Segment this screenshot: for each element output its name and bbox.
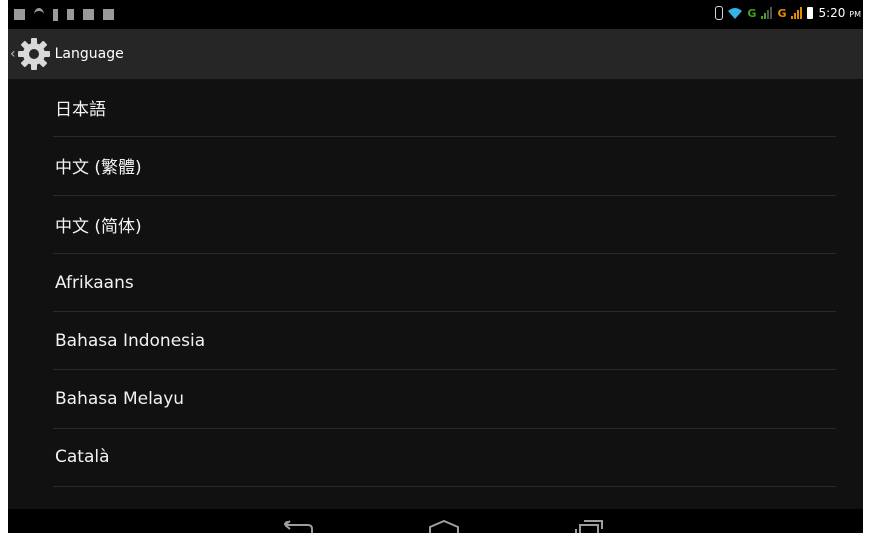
list-item[interactable]: 日本語 <box>53 79 836 138</box>
status-bar-notifications <box>14 8 114 21</box>
clock-ampm: PM <box>849 10 861 19</box>
list-item-label: 中文 (简体) <box>55 216 142 237</box>
status-bar-system: G G 5:20 PM <box>715 6 861 20</box>
usb-icon <box>53 8 58 21</box>
language-list: 日本語 中文 (繁體) 中文 (简体) Afrikaans Bahasa Ind… <box>8 79 863 509</box>
back-icon[interactable] <box>282 520 314 533</box>
bluetooth-icon <box>715 6 724 20</box>
notification-icon <box>14 9 25 20</box>
list-item-label: Afrikaans <box>55 272 134 293</box>
status-bar: G G 5:20 PM <box>8 0 863 29</box>
list-item[interactable]: Català <box>53 429 836 488</box>
list-item-label: Bahasa Indonesia <box>55 330 206 351</box>
clock: 5:20 PM <box>818 6 861 20</box>
action-bar: ‹ Language <box>8 29 863 79</box>
navigation-bar <box>8 509 863 533</box>
list-item-label: Català <box>55 447 110 468</box>
device-screen: G G 5:20 PM ‹ Language 日本語 中文 (繁體) 中文 (简… <box>8 0 863 533</box>
notification-icon <box>83 9 94 20</box>
battery-icon <box>807 7 814 19</box>
network-type-label: G <box>777 6 787 20</box>
page-title: Language <box>54 46 124 62</box>
wifi-notification-icon <box>34 8 44 21</box>
list-item[interactable]: 中文 (简体) <box>53 196 836 254</box>
recent-apps-icon[interactable] <box>572 520 604 533</box>
list-item[interactable]: Bahasa Indonesia <box>53 312 836 371</box>
stop-icon <box>103 9 114 20</box>
signal-strength-icon <box>761 7 773 19</box>
list-item[interactable]: Bahasa Melayu <box>53 370 836 429</box>
clock-time: 5:20 <box>818 6 846 20</box>
list-item-label: 日本語 <box>55 100 106 121</box>
wifi-icon <box>728 8 743 19</box>
signal-strength-icon <box>791 7 803 19</box>
list-item-label: 中文 (繁體) <box>55 158 142 179</box>
network-type-label: G <box>747 6 757 20</box>
lock-icon <box>67 9 74 20</box>
list-item-label: Bahasa Melayu <box>55 389 185 410</box>
gear-icon[interactable] <box>17 37 51 71</box>
list-item[interactable]: 中文 (繁體) <box>53 137 836 196</box>
up-navigation-icon[interactable]: ‹ <box>10 46 16 62</box>
home-icon[interactable] <box>428 520 460 533</box>
list-item[interactable]: Afrikaans <box>53 254 836 313</box>
